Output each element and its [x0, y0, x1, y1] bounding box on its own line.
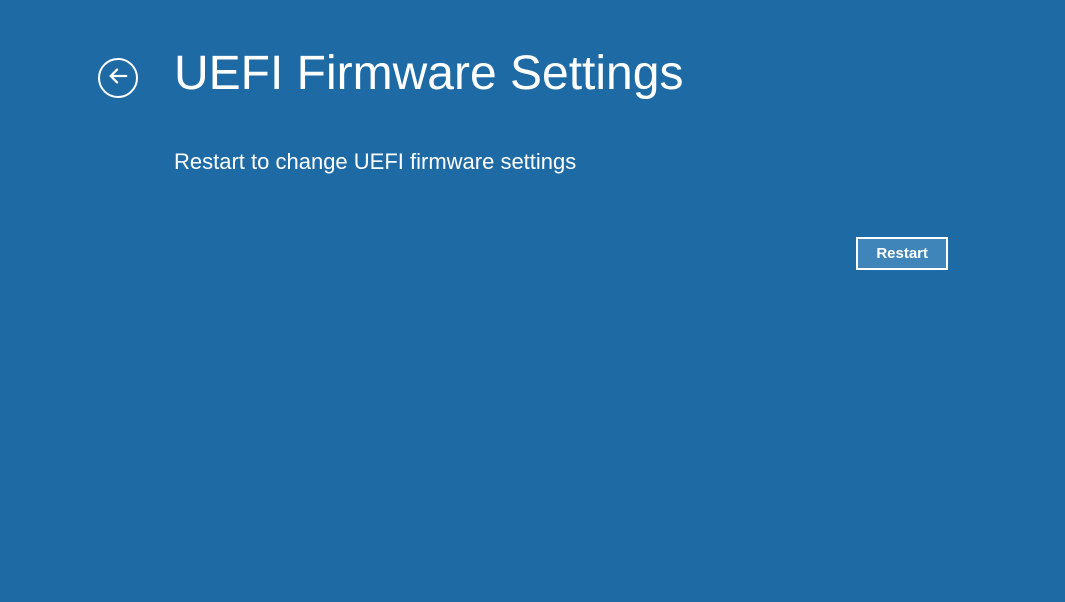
page-title: UEFI Firmware Settings	[174, 48, 683, 101]
header: UEFI Firmware Settings	[0, 0, 1065, 101]
description-text: Restart to change UEFI firmware settings	[174, 149, 1065, 175]
back-button[interactable]	[98, 58, 138, 98]
restart-button[interactable]: Restart	[856, 237, 948, 270]
content-area: Restart to change UEFI firmware settings	[0, 101, 1065, 175]
back-arrow-icon	[107, 65, 129, 92]
